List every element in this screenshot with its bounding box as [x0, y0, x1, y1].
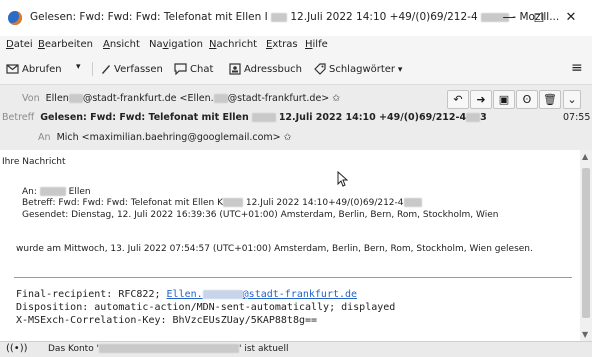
- compose-button[interactable]: Verfassen: [100, 63, 163, 75]
- chat-button[interactable]: Chat: [174, 63, 213, 75]
- redacted-block: [251, 113, 276, 122]
- mdn-correlation-line: X-MSExch-Correlation-Key: BhVzcEUsZUay/5…: [16, 315, 318, 326]
- mdn-disposition-line: Disposition: automatic-action/MDN-sent-a…: [16, 302, 396, 313]
- chat-icon: [174, 63, 187, 75]
- from-address-end[interactable]: @stadt-frankfurt.de>: [228, 93, 330, 104]
- title-suffix: 12.Juli 2022 14:10 +49/(0)69/212-4: [290, 11, 478, 23]
- redacted-block: [68, 94, 83, 103]
- to-address[interactable]: Mich <maximilian.baehring@googlemail.com…: [57, 132, 281, 143]
- redacted-block: [39, 187, 66, 196]
- status-bar: ((•)) Das Konto ' ' ist aktuell: [0, 341, 592, 357]
- redacted-block: [271, 12, 288, 22]
- title-prefix: Gelesen: Fwd: Fwd: Fwd: Telefonat mit El…: [30, 11, 268, 23]
- pencil-icon: [102, 65, 110, 74]
- mouse-cursor-icon: [337, 171, 349, 187]
- body-intro: Ihre Nachricht: [2, 157, 66, 167]
- menu-ansicht[interactable]: Ansicht: [103, 39, 140, 50]
- maximize-button[interactable]: ☐: [525, 8, 553, 28]
- reply-icon[interactable]: ↶: [447, 90, 469, 109]
- subject-text: Gelesen: Fwd: Fwd: Telefonat mit Ellen: [40, 112, 249, 123]
- from-row: Von Ellen @stadt-frankfurt.de <Ellen. @sta…: [22, 93, 340, 104]
- redacted-block: [99, 344, 240, 353]
- subject-label: Betreff: [2, 112, 35, 123]
- to-label: An: [38, 132, 51, 143]
- menu-bar: Datei Bearbeiten Ansicht Navigation Nach…: [0, 36, 592, 54]
- redacted-block: [466, 113, 481, 122]
- fetch-icon: [6, 64, 19, 74]
- addressbook-icon: [229, 63, 241, 75]
- main-toolbar: Abrufen ▾ Verfassen Chat Adressbuch Schl…: [0, 54, 592, 85]
- more-chevron-icon[interactable]: ⌄: [563, 90, 581, 109]
- message-header: Von Ellen @stadt-frankfurt.de <Ellen. @sta…: [0, 85, 592, 151]
- redacted-block: [213, 94, 228, 103]
- fetch-button[interactable]: Abrufen: [6, 63, 62, 75]
- redacted-block: [202, 289, 243, 299]
- junk-icon[interactable]: ʘ: [516, 90, 538, 109]
- toolbar-divider: [92, 62, 93, 76]
- close-button[interactable]: ✕: [557, 8, 585, 28]
- delete-icon[interactable]: 🗑: [539, 90, 561, 109]
- scroll-down-icon[interactable]: ▼: [582, 330, 588, 339]
- title-bar: Gelesen: Fwd: Fwd: Fwd: Telefonat mit El…: [0, 0, 592, 36]
- menu-bearbeiten[interactable]: Bearbeiten: [38, 39, 93, 50]
- from-address[interactable]: @stadt-frankfurt.de <Ellen.: [83, 93, 214, 104]
- tags-dropdown-icon: ▾: [395, 65, 403, 75]
- forward-icon[interactable]: ➜: [470, 90, 492, 109]
- menu-hilfe[interactable]: Hilfe: [305, 39, 328, 50]
- from-label: Von: [22, 93, 40, 104]
- fetch-dropdown-icon[interactable]: ▾: [76, 62, 81, 72]
- menu-navigation[interactable]: Navigation: [149, 39, 203, 50]
- status-text: Das Konto ' ' ist aktuell: [48, 344, 289, 354]
- body-to-line: An: Ellen: [22, 187, 91, 197]
- menu-datei[interactable]: Datei: [6, 39, 33, 50]
- subject-row: Betreff Gelesen: Fwd: Fwd: Telefonat mit…: [2, 112, 487, 123]
- body-subject-line: Betreff: Fwd: Fwd: Fwd: Telefonat mit El…: [22, 198, 422, 208]
- mdn-recipient-link-2[interactable]: @stadt-frankfurt.de: [243, 289, 357, 300]
- vertical-scrollbar[interactable]: ▲ ▼: [580, 150, 592, 341]
- tag-icon: [314, 63, 326, 75]
- mdn-recipient-link[interactable]: Ellen.: [167, 289, 203, 300]
- mdn-recipient-line: Final-recipient: RFC822; Ellen. @stadt-fr…: [16, 289, 358, 300]
- minimize-button[interactable]: —: [495, 8, 523, 28]
- to-row: An Mich <maximilian.baehring@googlemail.…: [38, 132, 292, 143]
- connection-icon: ((•)): [6, 343, 28, 354]
- archive-icon[interactable]: ▣: [493, 90, 515, 109]
- star-icon[interactable]: ✩: [284, 132, 292, 143]
- menu-nachricht[interactable]: Nachricht: [209, 39, 257, 50]
- subject-text-3: 3: [480, 112, 487, 123]
- window-title: Gelesen: Fwd: Fwd: Fwd: Telefonat mit El…: [30, 11, 559, 23]
- redacted-block: [403, 198, 422, 207]
- body-divider: [14, 277, 572, 278]
- message-time: 07:55: [563, 112, 591, 123]
- redacted-block: [222, 198, 243, 207]
- body-read-line: wurde am Mittwoch, 13. Juli 2022 07:54:5…: [16, 244, 533, 254]
- scroll-up-icon[interactable]: ▲: [582, 152, 588, 161]
- tags-button[interactable]: Schlagwörter ▾: [314, 63, 402, 75]
- star-icon[interactable]: ✩: [332, 93, 340, 104]
- hamburger-menu-icon[interactable]: ≡: [571, 60, 583, 76]
- scrollbar-thumb[interactable]: [582, 168, 590, 318]
- from-name[interactable]: Ellen: [46, 93, 69, 104]
- subject-text-2: 12.Juli 2022 14:10 +49/(0)69/212-4: [278, 112, 467, 123]
- addressbook-button[interactable]: Adressbuch: [229, 63, 302, 75]
- thunderbird-icon: [8, 11, 22, 25]
- menu-extras[interactable]: Extras: [266, 39, 298, 50]
- body-sent-line: Gesendet: Dienstag, 12. Juli 2022 16:39:…: [22, 210, 499, 220]
